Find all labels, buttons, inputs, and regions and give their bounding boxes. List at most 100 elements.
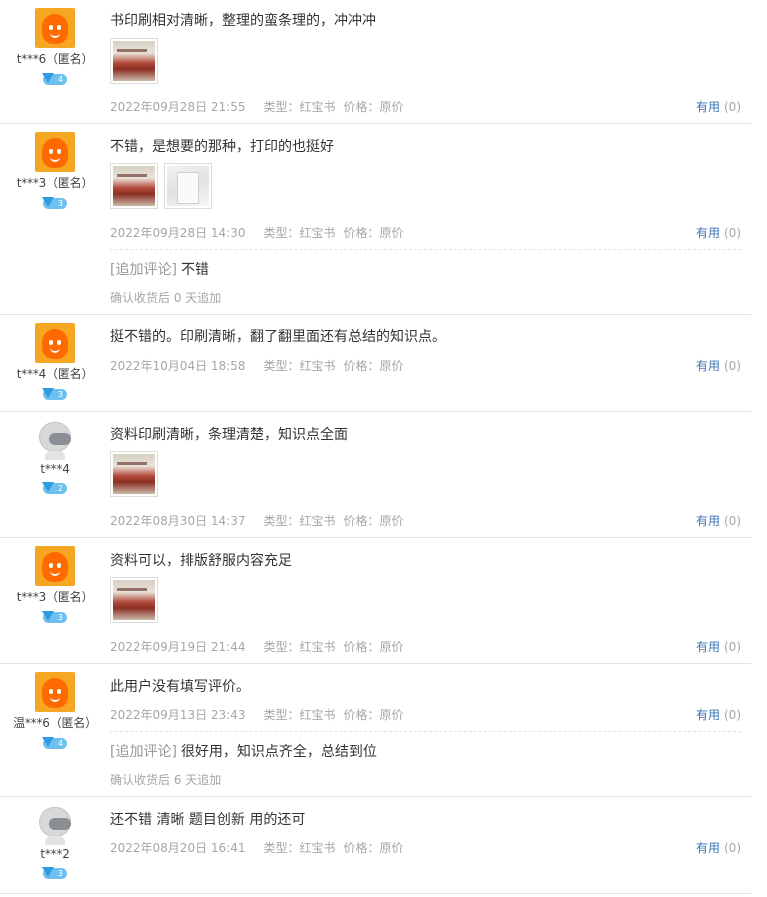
review-photo-thumbnail[interactable] (110, 38, 158, 84)
review-photo-thumbnail[interactable] (164, 163, 212, 209)
avatar[interactable] (35, 420, 75, 460)
review-meta: 2022年09月13日 23:43 类型：红宝书 价格：原价 (110, 706, 404, 723)
reviewer-name: t***6（匿名） (16, 52, 94, 66)
reviewer: t***4（匿名） 3 (0, 323, 110, 401)
useful-button[interactable]: 有用 (0) (696, 638, 741, 655)
product-price: 价格：原价 (343, 359, 404, 373)
avatar[interactable] (35, 546, 75, 586)
diamond-icon (42, 482, 54, 492)
useful-button[interactable]: 有用 (0) (696, 706, 741, 723)
append-tag: [追加评论] (110, 744, 177, 760)
useful-button[interactable]: 有用 (0) (696, 357, 741, 374)
level-badge: 3 (42, 867, 67, 879)
useful-label[interactable]: 有用 (696, 841, 720, 855)
avatar[interactable] (35, 8, 75, 48)
reviewer: t***3（匿名） 3 (0, 132, 110, 210)
product-type: 类型：红宝书 (263, 640, 336, 654)
review-photo-thumbnail[interactable] (110, 163, 158, 209)
diamond-icon (42, 737, 54, 747)
product-price: 价格：原价 (343, 640, 404, 654)
product-type: 类型：红宝书 (263, 708, 336, 722)
useful-count: (0) (724, 226, 741, 240)
reviewer-name: t***3（匿名） (16, 176, 94, 190)
review-meta: 2022年08月20日 16:41 类型：红宝书 价格：原价 (110, 839, 404, 856)
review-date: 2022年09月28日 21:55 (110, 100, 246, 114)
review-date: 2022年08月20日 16:41 (110, 841, 246, 855)
useful-count: (0) (724, 100, 741, 114)
review-date: 2022年10月04日 18:58 (110, 359, 246, 373)
level-number: 4 (57, 739, 63, 748)
append-text: 很好用，知识点齐全，总结到位 (180, 744, 377, 760)
level-number: 3 (57, 869, 63, 878)
level-badge: 3 (42, 197, 67, 209)
product-type: 类型：红宝书 (263, 841, 336, 855)
review-text: 挺不错的。印刷清晰，翻了翻里面还有总结的知识点。 (110, 329, 446, 345)
useful-count: (0) (724, 359, 741, 373)
review-photos (110, 38, 158, 84)
useful-count: (0) (724, 841, 741, 855)
review-item: t***4 2 资料印刷清晰，条理清楚，知识点全面 2022年08月30日 14:37… (0, 412, 751, 538)
append-text: 不错 (180, 262, 209, 278)
diamond-icon (42, 197, 54, 207)
review-text: 还不错 清晰 题目创新 用的还可 (110, 812, 306, 828)
review-photos (110, 451, 158, 497)
review-item: t***4（匿名） 3 挺不错的。印刷清晰，翻了翻里面还有总结的知识点。 2022年1… (0, 315, 751, 412)
useful-label[interactable]: 有用 (696, 514, 720, 528)
useful-label[interactable]: 有用 (696, 100, 720, 114)
useful-count: (0) (724, 640, 741, 654)
level-number: 4 (57, 75, 63, 84)
review-photos (110, 163, 212, 209)
useful-label[interactable]: 有用 (696, 226, 720, 240)
reviewer-name: t***4（匿名） (16, 367, 94, 381)
review-item: 温***6（匿名） 4 此用户没有填写评价。 2022年09月13日 23:43 类型：… (0, 664, 751, 797)
review-photos (110, 577, 158, 623)
review-item: t***3（匿名） 3 资料可以，排版舒服内容充足 2022年09月19日 21:44… (0, 538, 751, 664)
useful-label[interactable]: 有用 (696, 708, 720, 722)
useful-button[interactable]: 有用 (0) (696, 839, 741, 856)
appended-review: [追加评论] 不错 (110, 259, 209, 279)
useful-label[interactable]: 有用 (696, 640, 720, 654)
review-text: 不错，是想要的那种，打印的也挺好 (110, 139, 334, 155)
useful-button[interactable]: 有用 (0) (696, 512, 741, 529)
level-badge: 3 (42, 611, 67, 623)
product-price: 价格：原价 (343, 226, 404, 240)
reviewer-name: t***2 (40, 847, 70, 861)
product-type: 类型：红宝书 (263, 100, 336, 114)
avatar[interactable] (35, 132, 75, 172)
review-photo-thumbnail[interactable] (110, 451, 158, 497)
reviewer-name: t***3（匿名） (16, 590, 94, 604)
review-date: 2022年08月30日 14:37 (110, 514, 246, 528)
review-text: 此用户没有填写评价。 (110, 679, 250, 695)
review-item: t***6（匿名） 4 书印刷相对清晰，整理的蛮条理的，冲冲冲 2022年09月28日… (0, 0, 751, 124)
reviewer-name: t***4 (40, 462, 70, 476)
divider (110, 731, 741, 732)
review-photo-thumbnail[interactable] (110, 577, 158, 623)
product-price: 价格：原价 (343, 100, 404, 114)
reviewer: t***4 2 (0, 420, 110, 495)
diamond-icon (42, 73, 54, 83)
reviewer: t***3（匿名） 3 (0, 546, 110, 624)
product-type: 类型：红宝书 (263, 359, 336, 373)
level-number: 2 (57, 484, 63, 493)
review-date: 2022年09月28日 14:30 (110, 226, 246, 240)
review-item: t***3（匿名） 3 不错，是想要的那种，打印的也挺好 2022年09月28日 14… (0, 124, 751, 315)
level-badge: 4 (42, 737, 67, 749)
avatar[interactable] (35, 805, 75, 845)
avatar[interactable] (35, 672, 75, 712)
review-meta: 2022年09月28日 21:55 类型：红宝书 价格：原价 (110, 98, 404, 115)
review-text: 资料可以，排版舒服内容充足 (110, 553, 292, 569)
reviewer: 温***6（匿名） 4 (0, 672, 110, 750)
product-price: 价格：原价 (343, 514, 404, 528)
review-meta: 2022年09月19日 21:44 类型：红宝书 价格：原价 (110, 638, 404, 655)
useful-label[interactable]: 有用 (696, 359, 720, 373)
useful-button[interactable]: 有用 (0) (696, 98, 741, 115)
product-price: 价格：原价 (343, 841, 404, 855)
level-number: 3 (57, 199, 63, 208)
diamond-icon (42, 867, 54, 877)
useful-count: (0) (724, 514, 741, 528)
review-date: 2022年09月19日 21:44 (110, 640, 246, 654)
useful-button[interactable]: 有用 (0) (696, 224, 741, 241)
append-tag: [追加评论] (110, 262, 177, 278)
level-number: 3 (57, 390, 63, 399)
avatar[interactable] (35, 323, 75, 363)
